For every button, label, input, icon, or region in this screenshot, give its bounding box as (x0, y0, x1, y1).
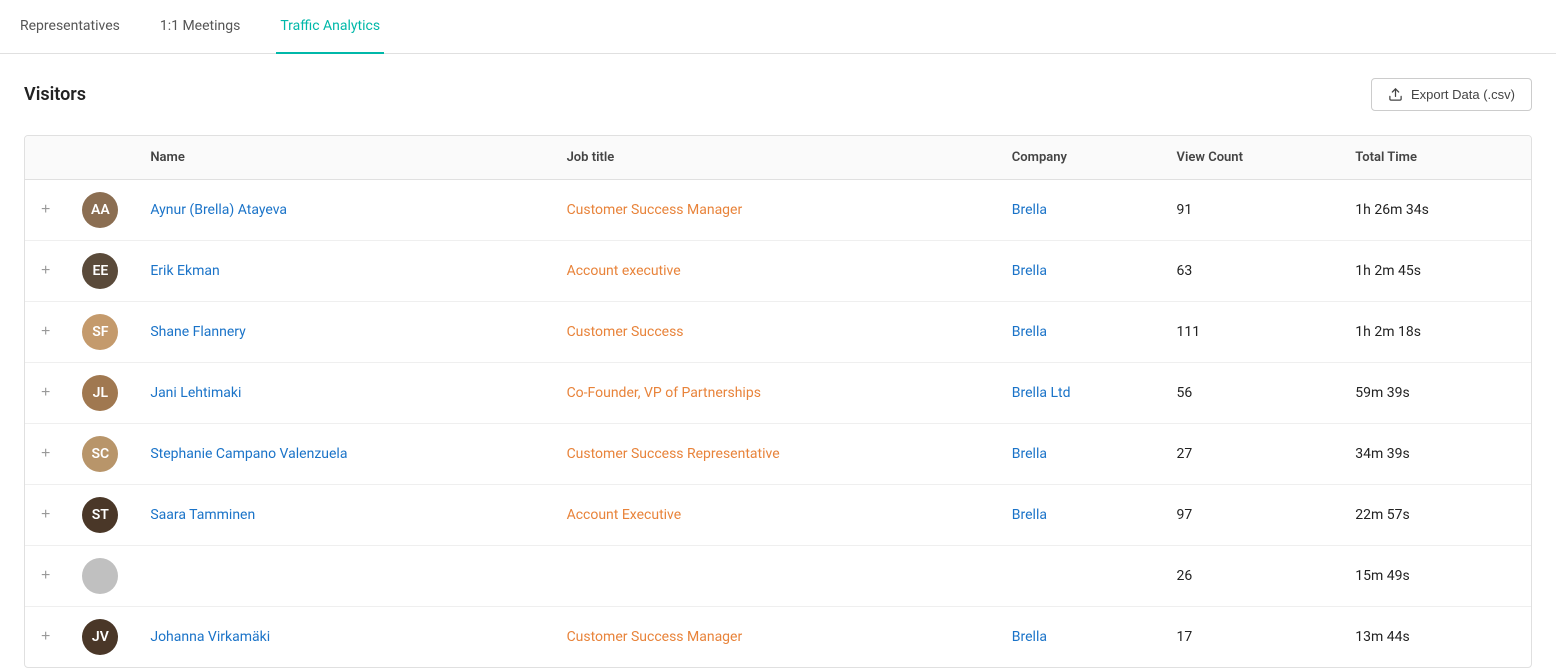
visitor-name[interactable]: Stephanie Campano Valenzuela (150, 446, 347, 462)
add-row-button[interactable]: + (41, 324, 50, 340)
visitors-header: Visitors Export Data (.csv) (24, 78, 1532, 111)
export-label: Export Data (.csv) (1411, 87, 1515, 102)
col-avatar (66, 136, 134, 180)
visitor-job-title: Customer Success Representative (567, 446, 780, 462)
avatar: SC (82, 436, 118, 472)
visitor-company[interactable]: Brella (1012, 507, 1047, 523)
view-count: 17 (1161, 607, 1340, 668)
total-time: 1h 2m 45s (1339, 241, 1531, 302)
table-row: +2615m 49s (25, 546, 1531, 607)
avatar: ST (82, 497, 118, 533)
table-row: + ST Saara Tamminen Account Executive Brella… (25, 485, 1531, 546)
total-time: 1h 2m 18s (1339, 302, 1531, 363)
visitors-table: Name Job title Company View Count Total … (24, 135, 1532, 668)
visitors-title: Visitors (24, 84, 86, 105)
total-time: 1h 26m 34s (1339, 180, 1531, 241)
table-row: + AA Aynur (Brella) Atayeva Customer Succes… (25, 180, 1531, 241)
avatar: JV (82, 619, 118, 655)
col-total-time: Total Time (1339, 136, 1531, 180)
visitor-job-title: Customer Success Manager (567, 629, 743, 645)
tab-meetings[interactable]: 1:1 Meetings (156, 0, 244, 54)
view-count: 27 (1161, 424, 1340, 485)
view-count: 91 (1161, 180, 1340, 241)
visitor-name[interactable]: Jani Lehtimaki (150, 385, 241, 401)
view-count: 63 (1161, 241, 1340, 302)
view-count: 56 (1161, 363, 1340, 424)
tab-traffic-analytics[interactable]: Traffic Analytics (276, 0, 384, 54)
add-row-button[interactable]: + (41, 385, 50, 401)
view-count: 111 (1161, 302, 1340, 363)
col-company: Company (996, 136, 1161, 180)
visitor-job-title: Customer Success (567, 324, 684, 340)
visitor-name[interactable]: Aynur (Brella) Atayeva (150, 202, 287, 218)
table-row: + EE Erik Ekman Account executive Brella 631h… (25, 241, 1531, 302)
visitor-job-title: Account executive (567, 263, 681, 279)
export-button[interactable]: Export Data (.csv) (1371, 78, 1532, 111)
col-add (25, 136, 66, 180)
total-time: 22m 57s (1339, 485, 1531, 546)
visitor-name[interactable]: Erik Ekman (150, 263, 219, 279)
visitor-company[interactable]: Brella (1012, 629, 1047, 645)
add-row-button[interactable]: + (41, 629, 50, 645)
visitor-job-title: Account Executive (567, 507, 682, 523)
view-count: 26 (1161, 546, 1340, 607)
col-view-count: View Count (1161, 136, 1340, 180)
add-row-button[interactable]: + (41, 568, 50, 584)
col-name: Name (134, 136, 550, 180)
avatar (82, 558, 118, 594)
visitor-name[interactable]: Shane Flannery (150, 324, 245, 340)
col-job-title: Job title (551, 136, 996, 180)
total-time: 59m 39s (1339, 363, 1531, 424)
table-row: + SF Shane Flannery Customer Success Brella 1… (25, 302, 1531, 363)
avatar: SF (82, 314, 118, 350)
total-time: 15m 49s (1339, 546, 1531, 607)
visitor-job-title: Customer Success Manager (567, 202, 743, 218)
table-header-row: Name Job title Company View Count Total … (25, 136, 1531, 180)
visitor-job-title: Co-Founder, VP of Partnerships (567, 385, 761, 401)
visitor-name[interactable]: Saara Tamminen (150, 507, 255, 523)
main-content: Visitors Export Data (.csv) Name Job tit… (0, 54, 1556, 668)
visitor-company[interactable]: Brella (1012, 263, 1047, 279)
table-row: + JL Jani Lehtimaki Co-Founder, VP of Partn… (25, 363, 1531, 424)
add-row-button[interactable]: + (41, 202, 50, 218)
navigation-tabs: Representatives 1:1 Meetings Traffic Ana… (0, 0, 1556, 54)
visitor-company[interactable]: Brella (1012, 446, 1047, 462)
avatar: AA (82, 192, 118, 228)
avatar: EE (82, 253, 118, 289)
total-time: 34m 39s (1339, 424, 1531, 485)
tab-representatives[interactable]: Representatives (16, 0, 124, 54)
visitor-company[interactable]: Brella (1012, 202, 1047, 218)
total-time: 13m 44s (1339, 607, 1531, 668)
visitor-name[interactable]: Johanna Virkamäki (150, 629, 270, 645)
table-row: + SC Stephanie Campano Valenzuela Customer … (25, 424, 1531, 485)
add-row-button[interactable]: + (41, 446, 50, 462)
avatar: JL (82, 375, 118, 411)
add-row-button[interactable]: + (41, 507, 50, 523)
table-row: + JV Johanna Virkamäki Customer Success Man… (25, 607, 1531, 668)
visitor-company[interactable]: Brella Ltd (1012, 385, 1071, 401)
add-row-button[interactable]: + (41, 263, 50, 279)
upload-icon (1388, 87, 1403, 102)
view-count: 97 (1161, 485, 1340, 546)
visitor-company[interactable]: Brella (1012, 324, 1047, 340)
